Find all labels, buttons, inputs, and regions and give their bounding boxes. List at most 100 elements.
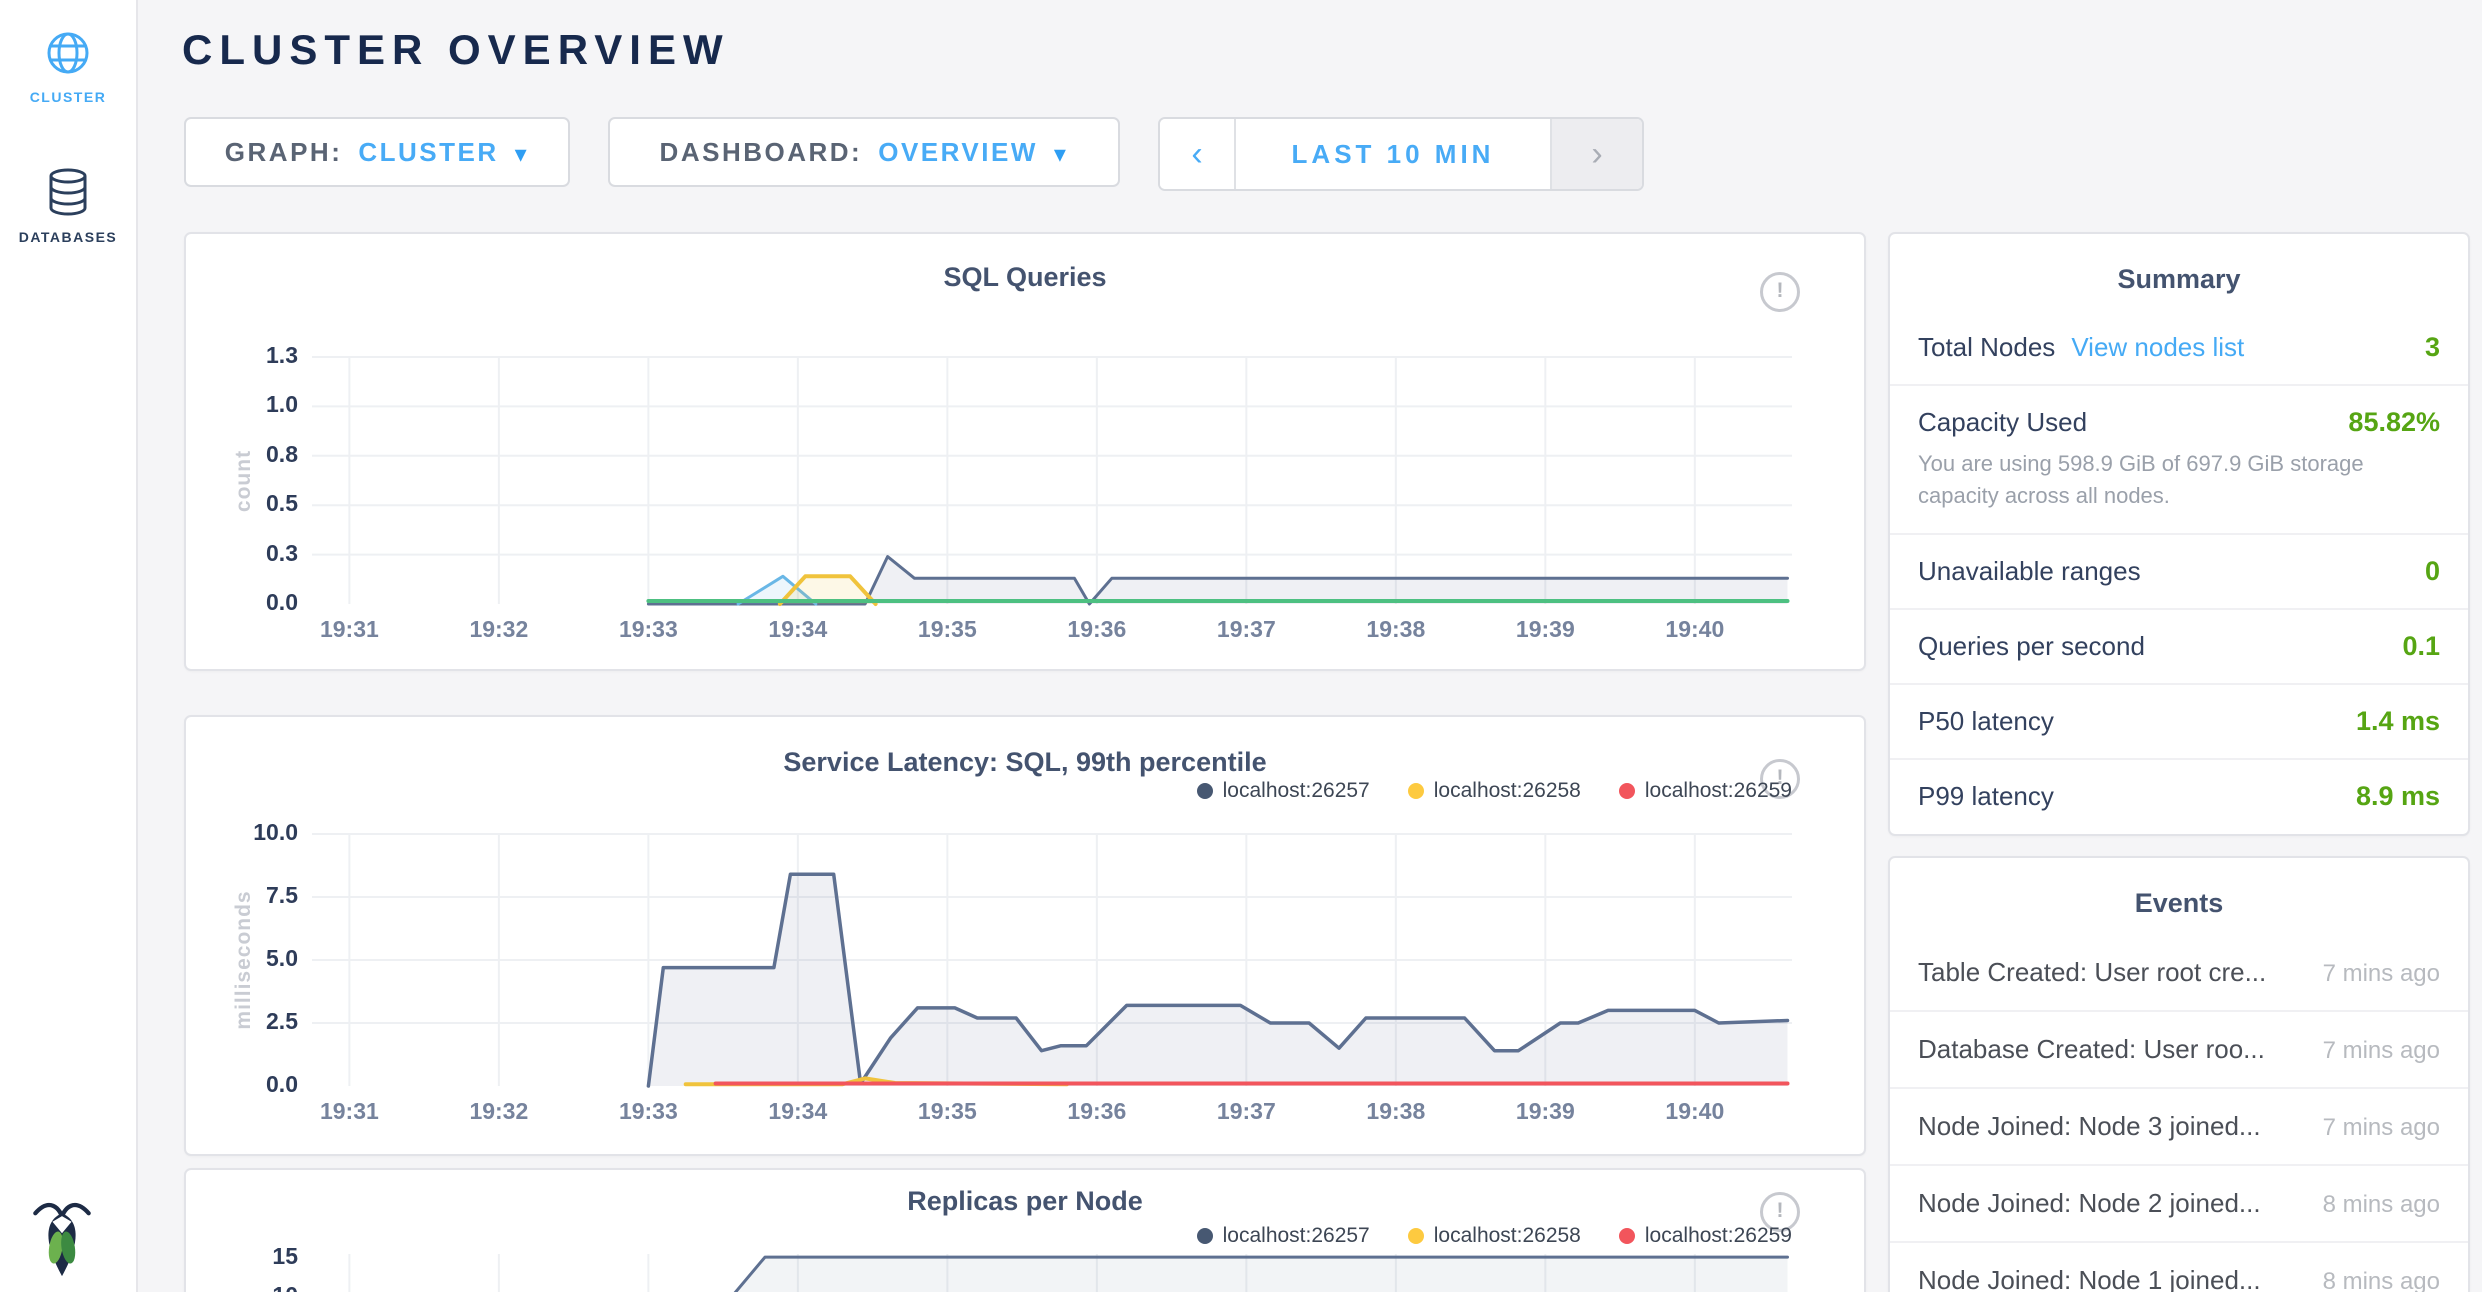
graph-dropdown-label: GRAPH: (225, 137, 343, 168)
summary-title: Summary (1890, 264, 2468, 295)
x-axis-tick-label: 19:40 (1635, 1098, 1755, 1125)
legend-item: localhost:26257 (1197, 1224, 1370, 1248)
summary-row-capacity-used: Capacity Used 85.82% You are using 598.9… (1890, 384, 2468, 533)
summary-value: 0.1 (2402, 631, 2440, 662)
replicas-per-node-chart-panel: Replicas per Node ! localhost:26257 loca… (184, 1168, 1866, 1292)
sql-queries-chart (312, 357, 1792, 604)
service-latency-chart-panel: Service Latency: SQL, 99th percentile ! … (184, 715, 1866, 1156)
event-row[interactable]: Table Created: User root cre... 7 mins a… (1890, 935, 2468, 1012)
y-axis-tick-label: 1.3 (210, 342, 298, 369)
chart-legend: localhost:26257 localhost:26258 localhos… (1197, 1224, 1792, 1248)
chart-title: SQL Queries (186, 262, 1864, 293)
sidebar: CLUSTER DATABASES (0, 0, 138, 1292)
service-latency-plot: milliseconds 0.02.55.07.510.019:3119:321… (312, 834, 1792, 1086)
events-panel: Events Table Created: User root cre... 7… (1888, 856, 2470, 1292)
x-axis-tick-label: 19:34 (738, 1098, 858, 1125)
legend-dot (1197, 1228, 1213, 1244)
x-axis-tick-label: 19:35 (887, 616, 1007, 643)
summary-panel: Summary Total NodesView nodes list 3 Cap… (1888, 232, 2470, 836)
chevron-down-icon: ▾ (1054, 140, 1069, 169)
x-axis-tick-label: 19:37 (1186, 1098, 1306, 1125)
legend-item: localhost:26259 (1619, 1224, 1792, 1248)
graph-dropdown[interactable]: GRAPH: CLUSTER ▾ (184, 117, 570, 187)
events-title: Events (1890, 888, 2468, 919)
chevron-down-icon: ▾ (515, 140, 530, 169)
dashboard-dropdown[interactable]: DASHBOARD: OVERVIEW ▾ (608, 117, 1120, 187)
event-row[interactable]: Node Joined: Node 3 joined... 7 mins ago (1890, 1089, 2468, 1166)
x-axis-tick-label: 19:38 (1336, 1098, 1456, 1125)
sql-queries-plot: count 0.00.30.50.81.01.319:3119:3219:331… (312, 357, 1792, 604)
x-axis-tick-label: 19:31 (289, 1098, 409, 1125)
replicas-chart (312, 1254, 1792, 1292)
y-axis-tick-label: 0.3 (210, 540, 298, 567)
crdb-admin-ui: CLUSTER DATABASES (0, 0, 2482, 1292)
summary-value: 3 (2425, 332, 2440, 363)
summary-value: 8.9 ms (2356, 781, 2440, 812)
y-axis-tick-label: 5.0 (210, 945, 298, 972)
summary-row-unavailable-ranges: Unavailable ranges 0 (1890, 533, 2468, 608)
event-row[interactable]: Node Joined: Node 2 joined... 8 mins ago (1890, 1166, 2468, 1243)
summary-row-p50-latency: P50 latency 1.4 ms (1890, 683, 2468, 758)
chart-legend: localhost:26257 localhost:26258 localhos… (1197, 779, 1792, 803)
service-latency-chart (312, 834, 1792, 1086)
view-nodes-list-link[interactable]: View nodes list (2071, 332, 2244, 362)
capacity-subtext: You are using 598.9 GiB of 697.9 GiB sto… (1918, 448, 2440, 512)
legend-dot (1408, 1228, 1424, 1244)
legend-item: localhost:26257 (1197, 779, 1370, 803)
summary-row-queries-per-second: Queries per second 0.1 (1890, 608, 2468, 683)
page-title: CLUSTER OVERVIEW (182, 26, 730, 74)
x-axis-tick-label: 19:37 (1186, 616, 1306, 643)
legend-item: localhost:26258 (1408, 779, 1581, 803)
y-axis-tick-label: 2.5 (210, 1008, 298, 1035)
x-axis-tick-label: 19:38 (1336, 616, 1456, 643)
x-axis-tick-label: 19:33 (588, 616, 708, 643)
replicas-plot: 1510 (312, 1254, 1792, 1292)
x-axis-tick-label: 19:33 (588, 1098, 708, 1125)
sidebar-item-databases[interactable]: DATABASES (0, 168, 136, 245)
x-axis-tick-label: 19:39 (1485, 1098, 1605, 1125)
legend-dot (1619, 783, 1635, 799)
x-axis-tick-label: 19:32 (439, 1098, 559, 1125)
event-row[interactable]: Database Created: User roo... 7 mins ago (1890, 1012, 2468, 1089)
event-row[interactable]: Node Joined: Node 1 joined... 8 mins ago (1890, 1243, 2468, 1292)
database-icon (46, 168, 90, 216)
sql-queries-chart-panel: SQL Queries ! count 0.00.30.50.81.01.319… (184, 232, 1866, 671)
legend-dot (1197, 783, 1213, 799)
y-axis-tick-label: 0.5 (210, 490, 298, 517)
x-axis-tick-label: 19:36 (1037, 616, 1157, 643)
time-next-button[interactable]: › (1550, 119, 1642, 189)
y-axis-tick-label: 15 (210, 1243, 298, 1270)
sidebar-item-label: CLUSTER (0, 89, 136, 105)
x-axis-tick-label: 19:34 (738, 616, 858, 643)
dashboard-dropdown-value: OVERVIEW (878, 137, 1038, 168)
y-axis-tick-label: 0.0 (210, 1071, 298, 1098)
sidebar-item-cluster[interactable]: CLUSTER (0, 30, 136, 105)
summary-row-total-nodes: Total NodesView nodes list 3 (1890, 311, 2468, 384)
sidebar-item-label: DATABASES (0, 229, 136, 245)
summary-value: 0 (2425, 556, 2440, 587)
time-range-button[interactable]: LAST 10 MIN (1236, 119, 1550, 189)
time-range-selector: ‹ LAST 10 MIN › (1158, 117, 1644, 191)
y-axis-tick-label: 0.0 (210, 589, 298, 616)
dashboard-dropdown-label: DASHBOARD: (660, 137, 863, 168)
summary-value: 1.4 ms (2356, 706, 2440, 737)
x-axis-tick-label: 19:36 (1037, 1098, 1157, 1125)
x-axis-tick-label: 19:31 (289, 616, 409, 643)
y-axis-tick-label: 10.0 (210, 819, 298, 846)
info-icon[interactable]: ! (1760, 272, 1800, 312)
time-prev-button[interactable]: ‹ (1160, 119, 1236, 189)
cockroach-logo[interactable] (27, 1198, 97, 1278)
legend-dot (1408, 783, 1424, 799)
legend-item: localhost:26258 (1408, 1224, 1581, 1248)
y-axis-tick-label: 10 (210, 1282, 298, 1292)
y-axis-tick-label: 0.8 (210, 441, 298, 468)
y-axis-tick-label: 1.0 (210, 391, 298, 418)
x-axis-tick-label: 19:40 (1635, 616, 1755, 643)
graph-dropdown-value: CLUSTER (358, 137, 498, 168)
summary-value: 85.82% (2348, 407, 2440, 438)
globe-icon (45, 30, 91, 76)
chart-title: Replicas per Node (186, 1186, 1864, 1217)
legend-item: localhost:26259 (1619, 779, 1792, 803)
chart-title: Service Latency: SQL, 99th percentile (186, 747, 1864, 778)
x-axis-tick-label: 19:35 (887, 1098, 1007, 1125)
